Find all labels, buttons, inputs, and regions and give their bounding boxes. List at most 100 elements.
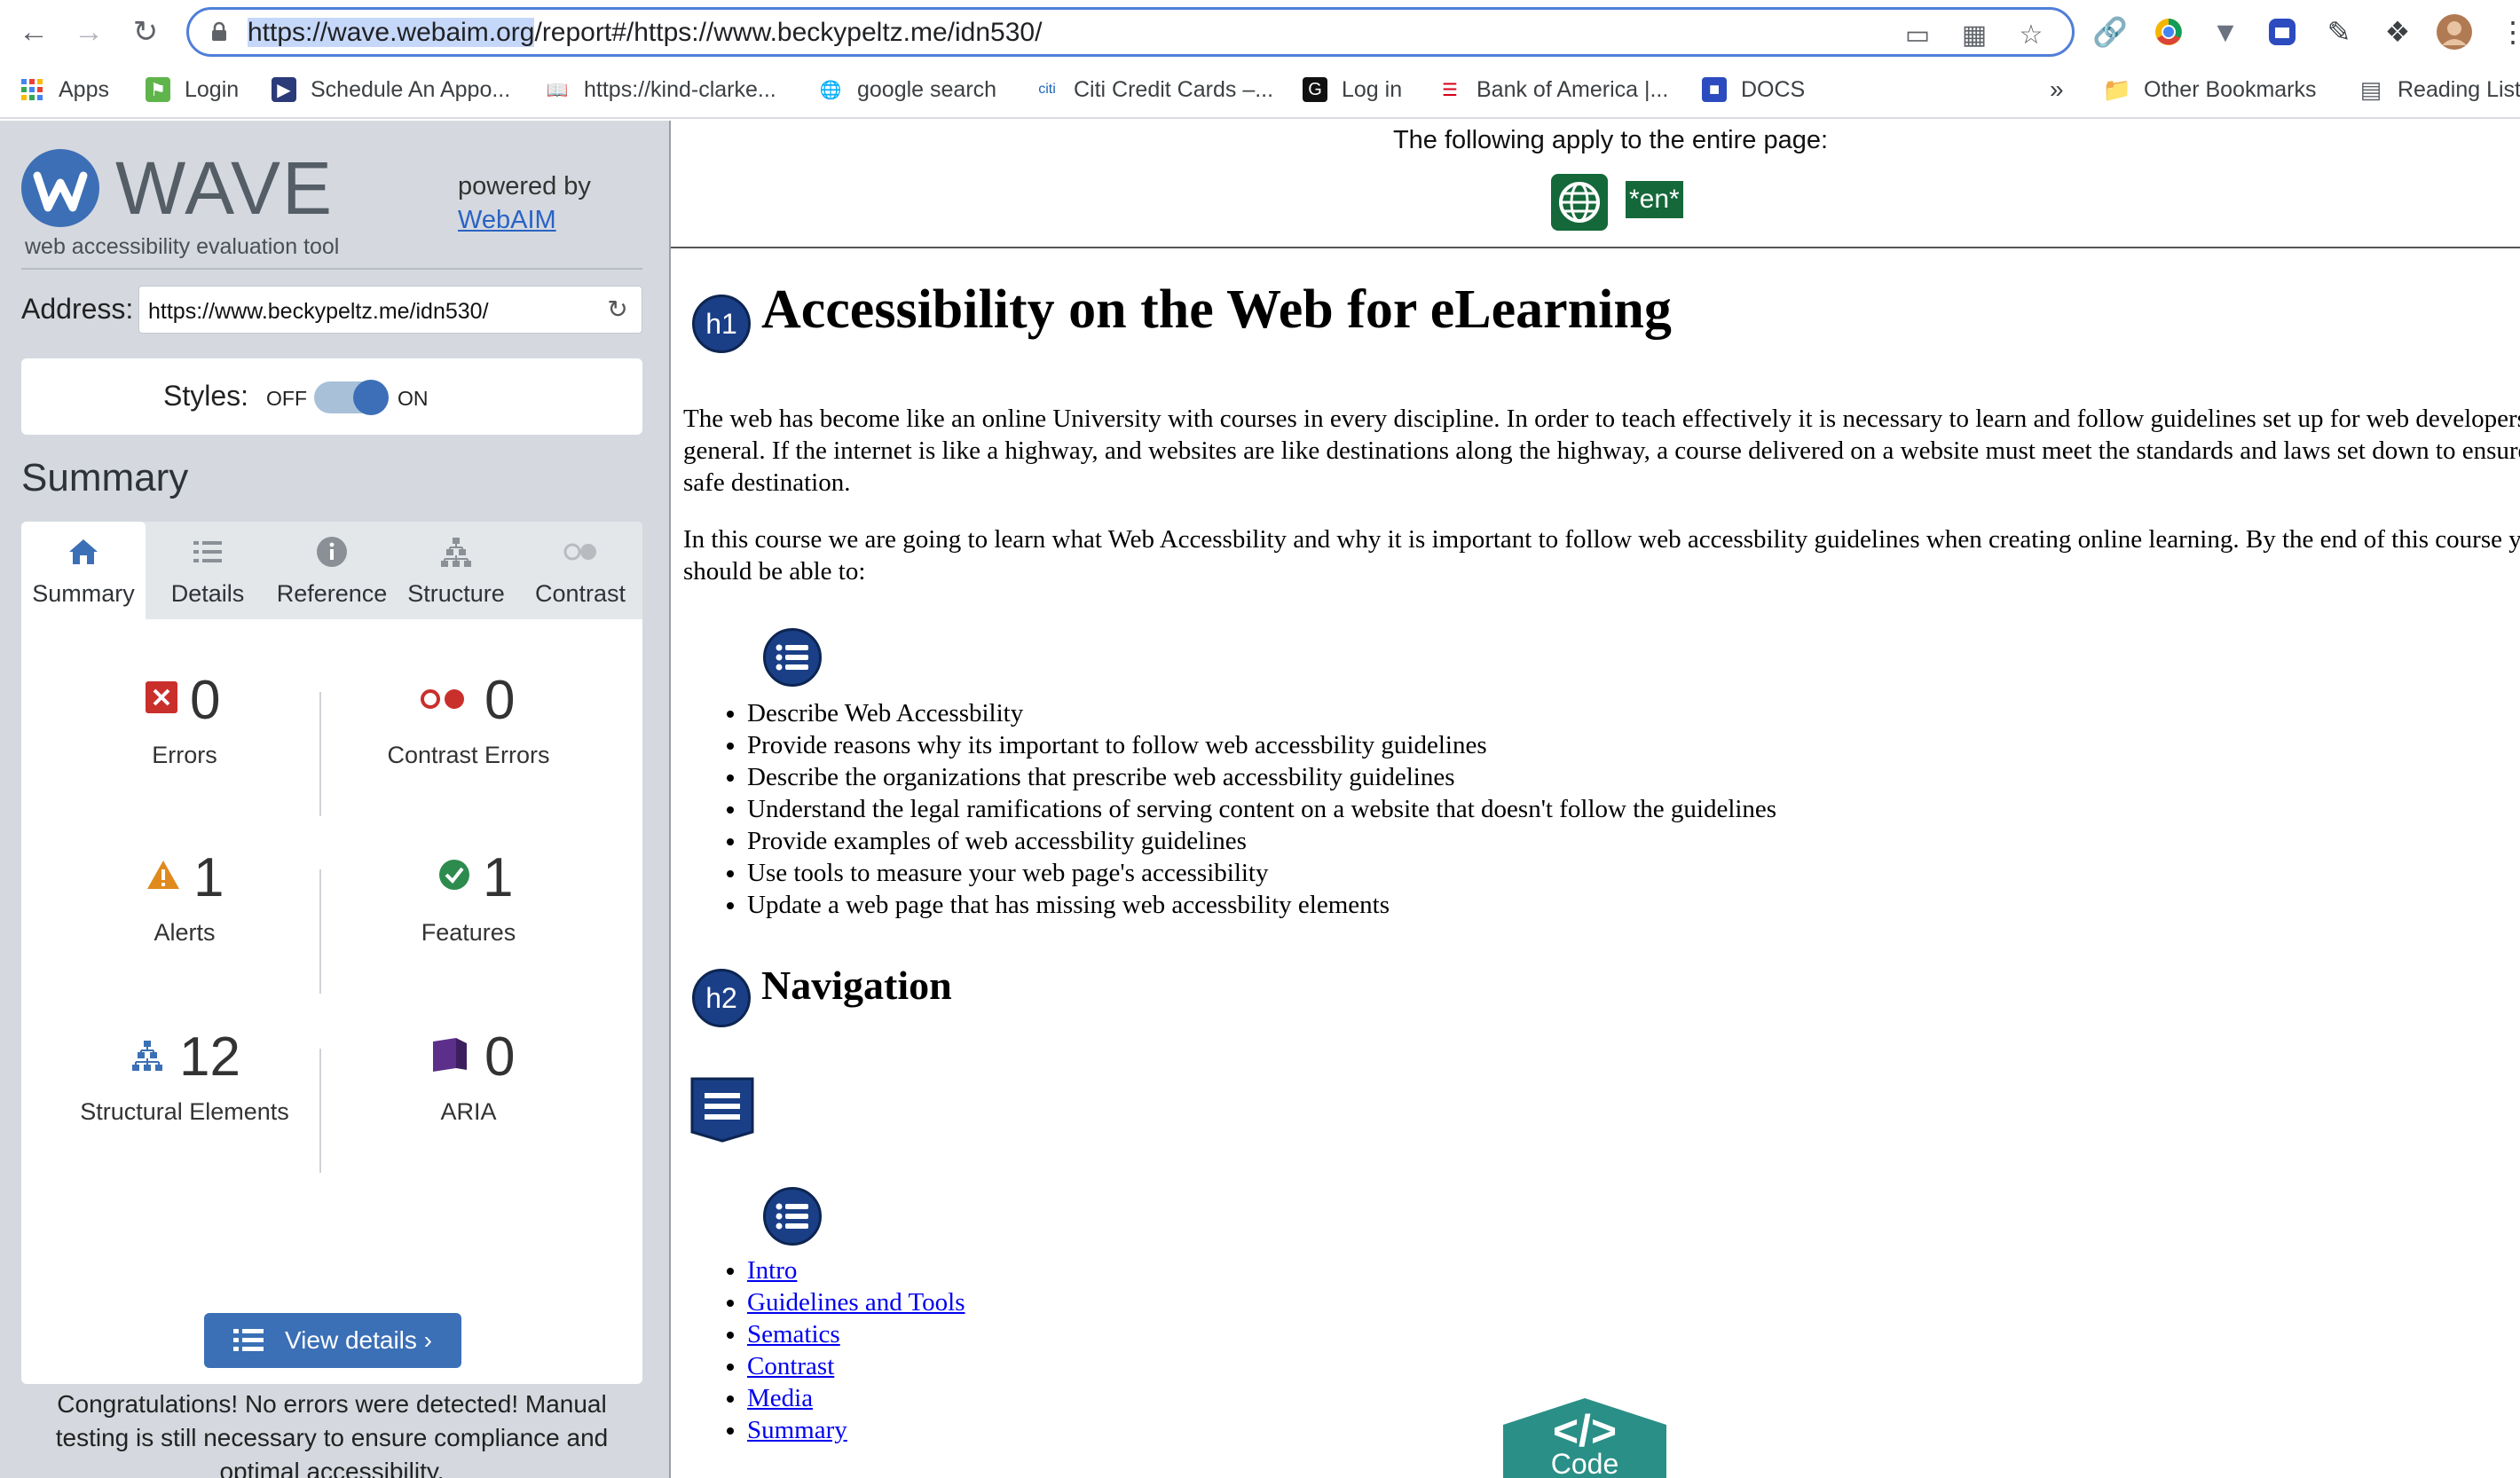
nav-link-media[interactable]: Media: [747, 1384, 813, 1412]
reading-list-label: Reading List: [2398, 76, 2520, 102]
navigation-landmark-icon[interactable]: [690, 1077, 754, 1143]
reading-list[interactable]: ▤ Reading List: [2359, 73, 2520, 106]
toggle-knob: [353, 380, 389, 415]
boa-favicon: ☰: [1442, 80, 1458, 100]
notice-divider: [671, 247, 2520, 248]
nav-link-guidelines[interactable]: Guidelines and Tools: [747, 1288, 965, 1317]
styles-on-label: ON: [398, 387, 429, 410]
nav-link-intro[interactable]: Intro: [747, 1256, 797, 1285]
bookmark-citi[interactable]: citi Citi Credit Cards –...: [1035, 73, 1273, 106]
globe-favicon: 🌐: [819, 80, 842, 100]
contrast-errors-count: 0: [484, 670, 516, 731]
view-details-button[interactable]: View details ›: [204, 1313, 461, 1368]
list-item: Use tools to measure your web page's acc…: [747, 857, 1776, 889]
apps-grid-icon: [20, 77, 44, 102]
link-extension-icon[interactable]: 🔗: [2091, 12, 2130, 51]
nav-link-summary[interactable]: Summary: [747, 1416, 847, 1444]
tab-contrast[interactable]: Contrast: [518, 522, 642, 619]
qr-code-icon[interactable]: ▦: [1958, 19, 1990, 51]
h2-badge-icon[interactable]: h2: [692, 969, 751, 1027]
list-icon: [193, 541, 222, 562]
list-item: Summary: [747, 1414, 965, 1446]
page-heading: Accessibility on the Web for eLearning: [761, 279, 1672, 340]
bookmark-label: Schedule An Appo...: [311, 76, 511, 102]
url-text[interactable]: https://wave.webaim.org/report#/https://…: [248, 18, 1042, 48]
bookmark-google-search[interactable]: 🌐 google search: [818, 73, 997, 106]
list-item: Contrast: [747, 1350, 965, 1382]
webaim-link[interactable]: WebAIM: [458, 206, 556, 235]
bookmark-login[interactable]: ⚑ Login: [146, 73, 239, 106]
stat-divider: [319, 692, 321, 816]
tab-reference[interactable]: Reference: [270, 522, 394, 619]
list-item: Provide reasons why its important to fol…: [747, 729, 1776, 761]
wave-logo-icon: [21, 149, 99, 227]
bookmark-label: Login: [185, 76, 240, 102]
address-bar[interactable]: https://wave.webaim.org/report#/https://…: [186, 7, 2075, 57]
language-badge[interactable]: *en*: [1626, 181, 1683, 218]
language-globe-icon[interactable]: [1551, 174, 1608, 231]
wave-sidebar: WAVE web accessibility evaluation tool p…: [0, 121, 669, 1478]
bookmark-label: Bank of America |...: [1477, 76, 1669, 102]
tab-label: Summary: [32, 580, 135, 607]
bookmark-kind-clarke[interactable]: 📖 https://kind-clarke...: [545, 73, 776, 106]
alerts-label: Alerts: [154, 919, 216, 946]
styles-off-label: OFF: [266, 387, 307, 410]
cast-icon[interactable]: ▭: [1902, 19, 1933, 51]
login-favicon: ⚑: [146, 77, 170, 102]
bookmark-bank-of-america[interactable]: ☰ Bank of America |...: [1437, 73, 1668, 106]
bookmark-log-in[interactable]: G Log in: [1303, 73, 1402, 106]
other-bookmarks-label: Other Bookmarks: [2144, 76, 2317, 102]
structural-label: Structural Elements: [80, 1098, 289, 1125]
tab-label: Reference: [276, 580, 388, 607]
bookmark-docs[interactable]: ■ DOCS: [1702, 73, 1805, 106]
profile-avatar[interactable]: [2435, 12, 2474, 51]
puzzle-extensions-icon[interactable]: ❖: [2378, 12, 2417, 51]
address-label: Address:: [21, 293, 134, 325]
aria-icon: [433, 1038, 467, 1072]
home-icon: [69, 539, 98, 564]
navigation-list: Intro Guidelines and Tools Sematics Cont…: [729, 1254, 965, 1446]
refresh-icon[interactable]: ↻: [604, 295, 631, 323]
nav-link-contrast[interactable]: Contrast: [747, 1352, 834, 1380]
other-bookmarks[interactable]: 📁 Other Bookmarks: [2103, 73, 2317, 106]
list-badge-icon[interactable]: [763, 628, 822, 687]
blue-extension-icon[interactable]: [2263, 12, 2302, 51]
tab-details[interactable]: Details: [146, 522, 270, 619]
menu-kebab-icon[interactable]: ⋮: [2493, 12, 2520, 51]
styles-toggle[interactable]: [314, 380, 389, 415]
code-toggle-button[interactable]: </> Code: [1503, 1398, 1666, 1478]
pencil-icon[interactable]: ✎: [2319, 12, 2359, 51]
list-badge-icon[interactable]: [763, 1187, 822, 1246]
usps-favicon: ▶: [272, 77, 296, 102]
docs-favicon: ■: [1702, 77, 1727, 102]
objectives-list: Describe Web Accessbility Provide reason…: [729, 697, 1776, 921]
tab-structure[interactable]: Structure: [394, 522, 518, 619]
tab-label: Structure: [407, 580, 505, 607]
list-item: Update a web page that has missing web a…: [747, 889, 1776, 921]
contrast-error-icon: [421, 689, 464, 709]
structure-icon: [441, 538, 471, 567]
bookmark-star-icon[interactable]: ☆: [2015, 19, 2047, 51]
bookmark-label: Apps: [59, 76, 109, 102]
page-preview: The following apply to the entire page: …: [671, 121, 2520, 1478]
forward-arrow-icon[interactable]: →: [69, 12, 108, 51]
alert-icon: [147, 861, 179, 889]
wave-extension-icon[interactable]: ▼: [2206, 12, 2245, 51]
summary-panel: Summary Details Reference Structure Cont…: [21, 522, 642, 1478]
bookmark-schedule[interactable]: ▶ Schedule An Appo...: [272, 73, 510, 106]
chrome-extension-icon[interactable]: [2149, 12, 2188, 51]
url-rest-text: /report#/https://www.beckypeltz.me/idn53…: [534, 18, 1043, 47]
features-count: 1: [483, 847, 514, 908]
reload-icon[interactable]: ↻: [126, 12, 165, 51]
tab-summary[interactable]: Summary: [21, 522, 146, 619]
view-details-label: View details ›: [284, 1326, 432, 1354]
bookmark-apps[interactable]: Apps: [20, 73, 109, 106]
book-favicon: 📖: [546, 80, 569, 100]
bookmarks-overflow[interactable]: »: [2050, 73, 2064, 106]
nav-link-sematics[interactable]: Sematics: [747, 1320, 840, 1348]
back-arrow-icon[interactable]: ←: [14, 12, 53, 51]
address-input[interactable]: https://www.beckypeltz.me/idn530/ ↻: [138, 286, 642, 334]
wave-tagline: web accessibility evaluation tool: [25, 234, 340, 259]
h1-badge-icon[interactable]: h1: [692, 295, 751, 353]
course-paragraph: In this course we are going to learn wha…: [683, 525, 2520, 586]
